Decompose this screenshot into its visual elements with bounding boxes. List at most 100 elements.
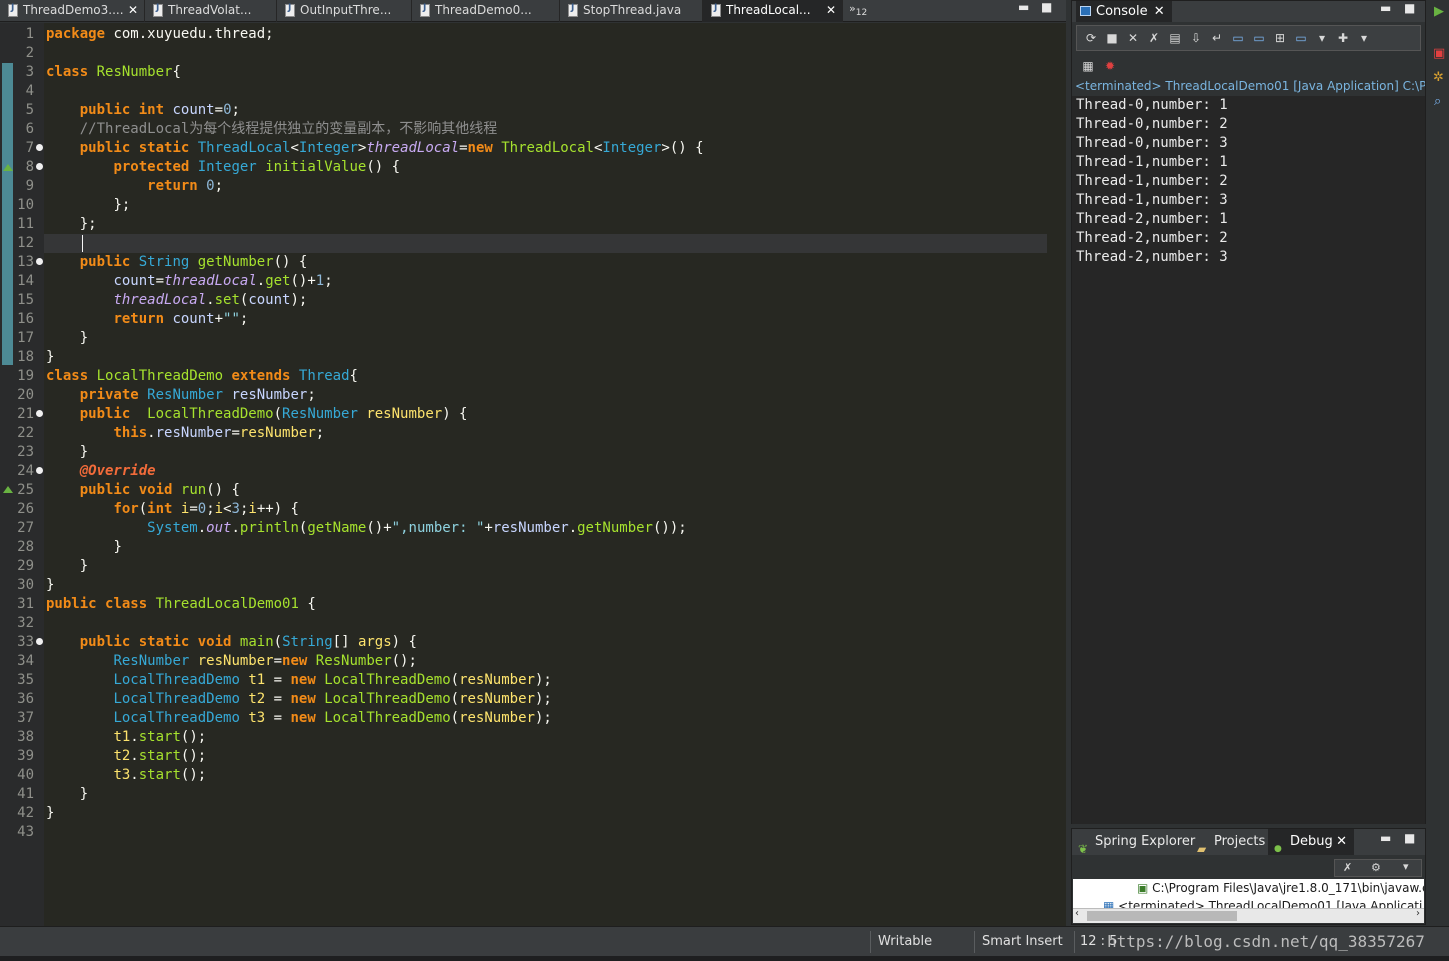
show-on-error-icon[interactable]: ▭ [1251, 30, 1267, 46]
code-line[interactable]: 35 LocalThreadDemo t1 = new LocalThreadD… [0, 671, 1047, 690]
tab-projects[interactable]: ▰ Projects [1196, 829, 1265, 856]
code-line[interactable]: 17 } [0, 329, 1047, 348]
remove-all-terminated-icon[interactable]: ✗ [1343, 861, 1352, 874]
close-icon[interactable]: ✕ [826, 0, 836, 21]
display-console-icon[interactable]: ▭ [1293, 30, 1309, 46]
code-line[interactable]: 37 LocalThreadDemo t3 = new LocalThreadD… [0, 709, 1047, 728]
remove-launch-icon[interactable]: ✕ [1125, 30, 1141, 46]
code-line[interactable]: 36 LocalThreadDemo t2 = new LocalThreadD… [0, 690, 1047, 709]
minimize-icon[interactable]: ▬ [1018, 0, 1029, 14]
scroll-left-icon[interactable]: ‹ [1075, 908, 1079, 919]
close-icon[interactable]: ✕ [128, 0, 138, 21]
close-icon[interactable]: ✕ [1154, 1, 1165, 22]
code-line[interactable]: 25 public void run() { [0, 481, 1047, 500]
code-token: @Override [79, 463, 156, 479]
code-line[interactable]: 1 package com.xuyuedu.thread; [0, 25, 1047, 44]
code-line[interactable]: 24 @Override [0, 462, 1047, 481]
code-line[interactable]: 15 threadLocal.set(count); [0, 291, 1047, 310]
code-line[interactable]: 2 [0, 44, 1047, 63]
code-line[interactable]: 3 class ResNumber{ [0, 63, 1047, 82]
code-line[interactable]: 6 //ThreadLocal为每个线程提供独立的变量副本，不影响其他线程 [0, 120, 1047, 139]
editor-tab-outinputthre[interactable]: OutInputThre... [277, 0, 412, 22]
code-line[interactable]: 23 } [0, 443, 1047, 462]
code-line[interactable]: 16 return count+""; [0, 310, 1047, 329]
code-line[interactable]: 5 public int count=0; [0, 101, 1047, 120]
code-lines[interactable]: 1 package com.xuyuedu.thread; 2 3 class ResN… [0, 25, 1047, 842]
maximize-icon[interactable]: ■ [1404, 1, 1415, 15]
word-wrap-icon[interactable]: ↵ [1209, 30, 1225, 46]
code-line[interactable]: 26 for(int i=0;i<3;i++) { [0, 500, 1047, 519]
task-icon[interactable]: ✲ [1433, 70, 1444, 85]
code-line[interactable]: 39 t2.start(); [0, 747, 1047, 766]
minimize-icon[interactable]: ▬ [1380, 831, 1391, 845]
code-line[interactable]: 31 public class ThreadLocalDemo01 { [0, 595, 1047, 614]
code-line[interactable]: 9 return 0; [0, 177, 1047, 196]
code-line[interactable]: 38 t1.start(); [0, 728, 1047, 747]
minimize-icon[interactable]: ▬ [1380, 1, 1391, 15]
code-line[interactable]: 42} [0, 804, 1047, 823]
code-line[interactable]: 43 [0, 823, 1047, 842]
code-line[interactable]: 13 public String getNumber() { [0, 253, 1047, 272]
editor-tab-stopthread[interactable]: StopThread.java [560, 0, 703, 22]
code-line[interactable]: 4 [0, 82, 1047, 101]
code-line[interactable]: 29 } [0, 557, 1047, 576]
console-output-line: Thread-1,number: 3 [1076, 192, 1228, 208]
code-line[interactable]: 7 public static ThreadLocal<Integer>thre… [0, 139, 1047, 158]
code-line[interactable]: 14 count=threadLocal.get()+1; [0, 272, 1047, 291]
code-line[interactable]: 22 this.resNumber=resNumber; [0, 424, 1047, 443]
code-line[interactable]: 41 } [0, 785, 1047, 804]
tab-debug[interactable]: ● Debug ✕ [1268, 829, 1354, 855]
code-line[interactable]: 40 t3.start(); [0, 766, 1047, 785]
code-line[interactable]: 10 }; [0, 196, 1047, 215]
refresh-icon[interactable]: ⟳ [1083, 30, 1099, 46]
tab-overflow-button[interactable]: »12 [849, 2, 867, 18]
chevron-down-icon[interactable]: ▾ [1403, 860, 1409, 873]
maximize-icon[interactable]: ■ [1041, 0, 1052, 14]
code-line[interactable]: 11 }; [0, 215, 1047, 234]
code-token: ",number: " [391, 520, 485, 536]
tab-spring-explorer[interactable]: ❦ Spring Explorer [1077, 829, 1195, 856]
new-console-icon[interactable]: ✚ [1335, 30, 1351, 46]
show-on-output-icon[interactable]: ▭ [1230, 30, 1246, 46]
settings-icon[interactable]: ⚙ [1371, 861, 1381, 874]
stop-icon[interactable]: ■ [1104, 30, 1120, 46]
editor-tab-threadlocal[interactable]: ThreadLocal... ✕ [703, 0, 843, 22]
chevron-down-icon[interactable]: ▾ [1314, 30, 1330, 46]
debug-bug-icon[interactable]: ✹ [1102, 58, 1118, 74]
code-line[interactable]: 8 protected Integer initialValue() { [0, 158, 1047, 177]
code-line[interactable]: 34 ResNumber resNumber=new ResNumber(); [0, 652, 1047, 671]
pin-console-icon[interactable]: ⊞ [1272, 30, 1288, 46]
editor-tab-threadvolat[interactable]: ThreadVolat... [145, 0, 277, 22]
code-line[interactable]: 28 } [0, 538, 1047, 557]
scroll-right-icon[interactable]: › [1416, 908, 1420, 919]
scrollbar-thumb[interactable] [1087, 911, 1237, 921]
open-console-icon[interactable]: ▦ [1080, 58, 1096, 74]
code-line[interactable]: 12 [0, 234, 1047, 253]
debug-tree-row-process[interactable]: ▣ C:\Program Files\Java\jre1.8.0_171\bin… [1137, 881, 1424, 895]
editor-tab-threaddemo3[interactable]: ThreadDemo3.... ✕ [0, 0, 145, 22]
debug-tree[interactable]: ▣ C:\Program Files\Java\jre1.8.0_171\bin… [1073, 879, 1424, 923]
console-output[interactable]: Thread-0,number: 1 Thread-0,number: 2 Thre… [1072, 96, 1425, 824]
remove-all-icon[interactable]: ✗ [1146, 30, 1162, 46]
run-icon[interactable]: ▶ [1434, 4, 1444, 19]
code-line[interactable]: 20 private ResNumber resNumber; [0, 386, 1047, 405]
tab-console[interactable]: Console ✕ [1076, 1, 1172, 22]
code-line[interactable]: 33 public static void main(String[] args… [0, 633, 1047, 652]
code-line[interactable]: 27 System.out.println(getName()+",number… [0, 519, 1047, 538]
code-line[interactable]: 32 [0, 614, 1047, 633]
horizontal-scrollbar[interactable]: ‹ › [1073, 908, 1424, 923]
code-line[interactable]: 30} [0, 576, 1047, 595]
chevron-down-icon[interactable]: ▾ [1356, 30, 1372, 46]
code-line[interactable]: 21 public LocalThreadDemo(ResNumber resN… [0, 405, 1047, 424]
search-icon[interactable]: ⌕ [1434, 94, 1441, 109]
error-icon[interactable]: ▣ [1433, 46, 1445, 61]
close-icon[interactable]: ✕ [1336, 829, 1347, 855]
scroll-lock-icon[interactable]: ⇩ [1188, 30, 1204, 46]
code-line[interactable]: 18} [0, 348, 1047, 367]
code-editor[interactable]: 1 package com.xuyuedu.thread; 2 3 class ResN… [0, 23, 1066, 926]
maximize-icon[interactable]: ■ [1404, 831, 1415, 845]
editor-tab-threaddemo0[interactable]: ThreadDemo0... [412, 0, 560, 22]
code-line[interactable]: 19 class LocalThreadDemo extends Thread{ [0, 367, 1047, 386]
clear-console-icon[interactable]: ▤ [1167, 30, 1183, 46]
